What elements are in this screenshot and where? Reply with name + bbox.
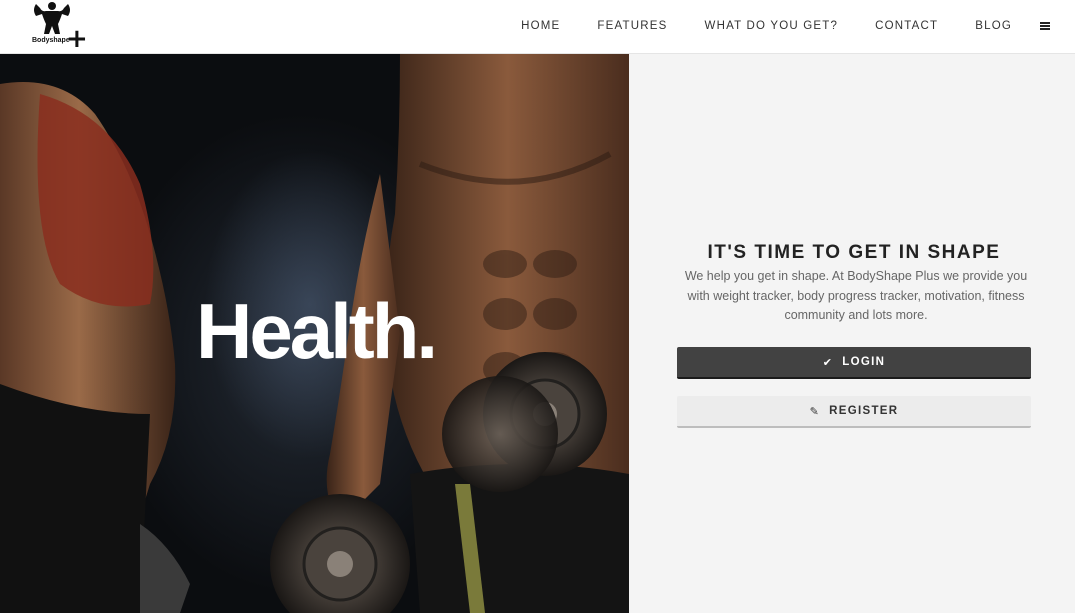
nav-features[interactable]: FEATURES bbox=[597, 20, 667, 32]
signup-panel: IT'S TIME TO GET IN SHAPE We help you ge… bbox=[629, 54, 1075, 613]
site-header: Bodyshape + HOME FEATURES WHAT DO YOU GE… bbox=[0, 0, 1075, 54]
login-label: LOGIN bbox=[842, 356, 886, 368]
hero-image: Health. bbox=[0, 54, 629, 613]
hamburger-icon[interactable] bbox=[1040, 21, 1051, 31]
login-button[interactable]: ✔ LOGIN bbox=[677, 347, 1031, 379]
nav-contact[interactable]: CONTACT bbox=[875, 20, 938, 32]
panel-title: IT'S TIME TO GET IN SHAPE bbox=[707, 242, 1001, 263]
pencil-icon: ✎ bbox=[809, 404, 821, 418]
logo-plus: + bbox=[66, 24, 88, 54]
nav-blog[interactable]: BLOG bbox=[975, 20, 1012, 32]
register-button[interactable]: ✎ REGISTER bbox=[677, 396, 1031, 428]
check-icon: ✔ bbox=[822, 355, 834, 369]
logo[interactable]: Bodyshape + bbox=[30, 0, 88, 52]
nav-home[interactable]: HOME bbox=[521, 20, 560, 32]
register-label: REGISTER bbox=[829, 405, 899, 417]
main-nav: HOME FEATURES WHAT DO YOU GET? CONTACT B… bbox=[521, 0, 1075, 52]
panel-description: We help you get in shape. At BodyShape P… bbox=[684, 269, 1028, 322]
nav-what-do-you-get[interactable]: WHAT DO YOU GET? bbox=[705, 20, 839, 32]
logo-text: Bodyshape bbox=[32, 37, 70, 44]
hero-title: Health. bbox=[196, 287, 438, 375]
